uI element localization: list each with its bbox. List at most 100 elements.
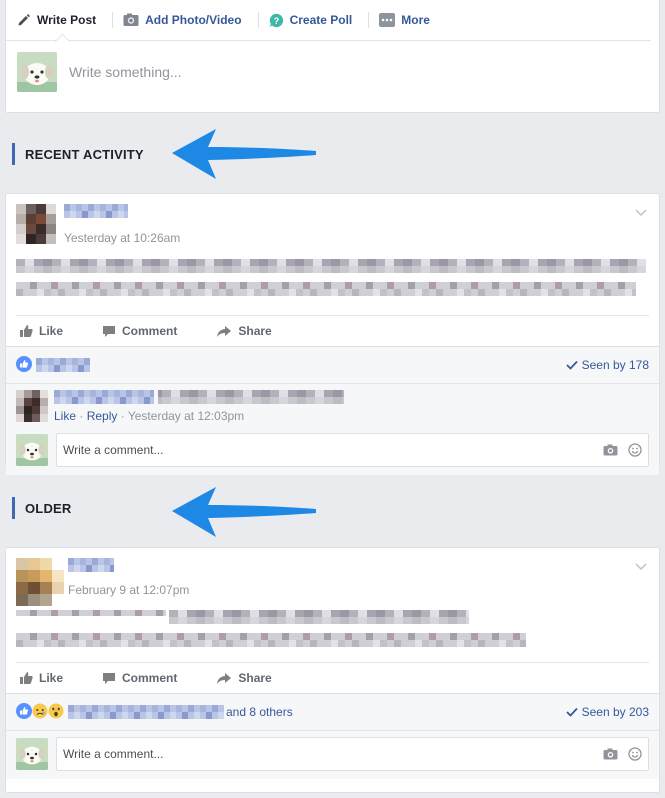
like-button[interactable]: Like bbox=[16, 671, 63, 685]
section-accent-bar bbox=[12, 143, 15, 165]
post-header: Yesterday at 10:26am bbox=[6, 194, 659, 245]
comment-input[interactable]: Write a comment... bbox=[56, 433, 649, 467]
author-name-redacted[interactable] bbox=[68, 558, 132, 572]
seen-count: Seen by 178 bbox=[581, 358, 649, 372]
share-icon bbox=[216, 325, 232, 338]
camera-icon[interactable] bbox=[603, 748, 618, 760]
post-text-redacted bbox=[16, 610, 649, 656]
post-actions: Like Comment Share bbox=[16, 662, 649, 693]
seen-by[interactable]: Seen by 178 bbox=[565, 358, 649, 372]
reactions-summary[interactable] bbox=[16, 355, 90, 375]
like-label: Like bbox=[39, 671, 64, 685]
separator-dot: · bbox=[120, 409, 125, 423]
divider bbox=[112, 12, 114, 28]
post-timestamp[interactable]: February 9 at 12:07pm bbox=[68, 583, 189, 597]
chevron-down-icon[interactable] bbox=[635, 560, 647, 574]
reactions-row: and 8 others Seen by 203 bbox=[6, 694, 659, 731]
redacted-line bbox=[16, 610, 166, 616]
comment-timestamp[interactable]: Yesterday at 12:03pm bbox=[128, 409, 244, 423]
tab-add-photo-video[interactable]: Add Photo/Video bbox=[123, 0, 251, 41]
comment-placeholder: Write a comment... bbox=[63, 443, 164, 457]
post-header: February 9 at 12:07pm bbox=[6, 548, 659, 606]
section-title: RECENT ACTIVITY bbox=[25, 146, 144, 162]
thumbs-up-icon bbox=[19, 671, 33, 685]
tab-label: Write Post bbox=[37, 13, 97, 27]
post-card: February 9 at 12:07pm Like Comment Share bbox=[5, 547, 660, 793]
section-header-recent: RECENT ACTIVITY bbox=[12, 143, 144, 165]
post-meta: February 9 at 12:07pm bbox=[68, 558, 189, 606]
poll-icon: ? bbox=[269, 13, 284, 28]
more-icon bbox=[379, 13, 396, 27]
share-button[interactable]: Share bbox=[213, 671, 272, 685]
composer-tabs: Write Post Add Photo/Video ? Create Poll… bbox=[6, 0, 651, 41]
sad-reaction-icon bbox=[32, 703, 48, 722]
emoji-icon[interactable] bbox=[628, 443, 642, 457]
comment-icon bbox=[102, 325, 116, 338]
share-button[interactable]: Share bbox=[213, 324, 272, 338]
pencil-icon bbox=[17, 13, 31, 27]
reactions-others[interactable]: and 8 others bbox=[226, 705, 293, 719]
author-name-redacted[interactable] bbox=[64, 204, 128, 218]
tab-more[interactable]: More bbox=[379, 0, 440, 41]
composer-input[interactable]: Write something... bbox=[69, 64, 182, 80]
like-reaction-icon bbox=[16, 355, 32, 375]
like-reaction-icon bbox=[16, 702, 32, 722]
separator-dot: · bbox=[79, 409, 84, 423]
divider bbox=[257, 12, 259, 28]
checkmark-icon bbox=[565, 360, 578, 370]
tab-create-poll[interactable]: ? Create Poll bbox=[269, 0, 363, 41]
comment-input-icons bbox=[593, 747, 642, 761]
tab-label: Create Poll bbox=[289, 13, 353, 27]
share-icon bbox=[216, 672, 232, 685]
comment-input[interactable]: Write a comment... bbox=[56, 737, 649, 771]
avatar bbox=[16, 738, 48, 770]
comment-reply-link[interactable]: Reply bbox=[87, 409, 118, 423]
tab-write-post[interactable]: Write Post bbox=[17, 0, 106, 41]
arrow-annotation bbox=[172, 129, 316, 179]
composer-input-row[interactable]: Write something... bbox=[6, 41, 659, 103]
reactor-names-redacted bbox=[36, 358, 90, 372]
wow-reaction-icon bbox=[48, 703, 64, 722]
author-avatar[interactable] bbox=[16, 204, 56, 244]
divider bbox=[368, 12, 370, 28]
comment-label: Comment bbox=[122, 671, 178, 685]
section-title: OLDER bbox=[25, 500, 72, 516]
comment-button[interactable]: Comment bbox=[99, 671, 177, 685]
emoji-icon[interactable] bbox=[628, 747, 642, 761]
seen-count: Seen by 203 bbox=[581, 705, 649, 719]
reactions-row: Seen by 178 bbox=[6, 347, 659, 384]
redacted-line bbox=[16, 282, 636, 296]
post-footer: Seen by 178 Like · Reply · Yesterday at … bbox=[6, 346, 659, 475]
post-timestamp[interactable]: Yesterday at 10:26am bbox=[64, 231, 180, 245]
camera-icon[interactable] bbox=[603, 444, 618, 456]
comment-icon bbox=[102, 672, 116, 685]
post-footer: and 8 others Seen by 203 Write a comment… bbox=[6, 693, 659, 779]
like-button[interactable]: Like bbox=[16, 324, 63, 338]
camera-icon bbox=[123, 13, 139, 27]
write-comment-row: Write a comment... bbox=[6, 427, 659, 475]
tab-label: Add Photo/Video bbox=[145, 13, 242, 27]
commenter-avatar[interactable] bbox=[16, 390, 48, 422]
comment-text-redacted bbox=[54, 390, 344, 404]
post-card: Yesterday at 10:26am Like Comment Share bbox=[5, 193, 660, 475]
comment-like-link[interactable]: Like bbox=[54, 409, 76, 423]
comment-button[interactable]: Comment bbox=[99, 324, 177, 338]
write-comment-row: Write a comment... bbox=[6, 731, 659, 779]
post-actions: Like Comment Share bbox=[16, 315, 649, 346]
chevron-down-icon[interactable] bbox=[635, 206, 647, 220]
reactions-summary[interactable]: and 8 others bbox=[16, 702, 293, 722]
comment: Like · Reply · Yesterday at 12:03pm bbox=[6, 384, 659, 427]
comment-body: Like · Reply · Yesterday at 12:03pm bbox=[54, 390, 344, 427]
author-avatar[interactable] bbox=[16, 558, 64, 606]
post-composer: Write Post Add Photo/Video ? Create Poll… bbox=[5, 0, 660, 113]
seen-by[interactable]: Seen by 203 bbox=[565, 705, 649, 719]
post-meta: Yesterday at 10:26am bbox=[64, 204, 180, 245]
svg-text:?: ? bbox=[273, 16, 279, 26]
comment-actions: Like · Reply · Yesterday at 12:03pm bbox=[54, 409, 344, 423]
redacted-line bbox=[16, 633, 526, 647]
section-header-older: OLDER bbox=[12, 497, 72, 519]
section-accent-bar bbox=[12, 497, 15, 519]
share-label: Share bbox=[238, 671, 272, 685]
reactor-names-redacted bbox=[68, 705, 224, 719]
checkmark-icon bbox=[565, 707, 578, 717]
